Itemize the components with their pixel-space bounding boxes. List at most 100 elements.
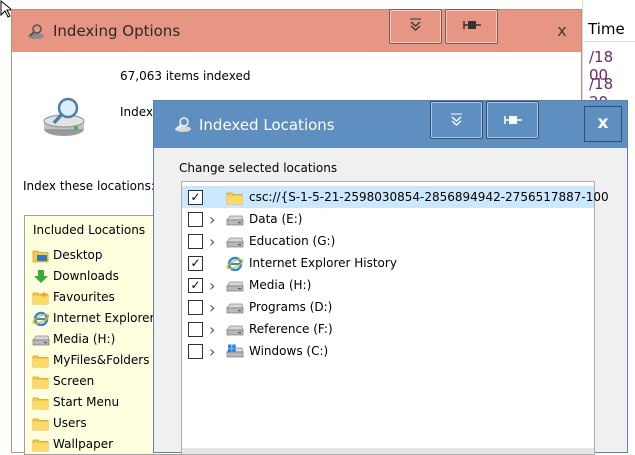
internet-explorer-icon [32,311,50,326]
internet-explorer-icon [226,256,244,272]
location-label: Internet Explorer History [249,256,397,270]
rollup-icon [451,113,462,126]
internet-explorer-icon [32,311,50,326]
close-button[interactable]: x [584,106,622,142]
included-location-label: Screen [53,373,95,388]
windows-drive-icon [226,344,244,358]
folder-icon [32,395,49,409]
location-tree-row[interactable]: ✓ csc://{S-1-5-21-2598030854-2856894942-2… [182,186,609,208]
window-title: Indexed Locations [199,116,335,134]
location-label: Media (H:) [249,278,312,292]
expand-chevron-icon[interactable]: › [209,276,215,295]
horizontal-scrollbar[interactable] [182,448,594,454]
drive-icon [226,278,244,292]
drive-icon [32,335,50,345]
included-location-label: Downloads [53,268,119,283]
internet-explorer-icon [226,256,244,272]
drive-icon [226,322,244,336]
folder-icon [32,418,49,430]
included-location-label: Media (H:) [53,331,116,346]
included-locations-header[interactable]: Included Locations [33,223,145,237]
expand-chevron-icon[interactable]: › [209,298,215,317]
indexed-locations-titlebar[interactable]: Indexed Locations x [154,101,627,148]
expand-chevron-icon[interactable]: › [209,342,215,361]
location-label: Reference (F:) [249,322,333,336]
indexing-status-text: Index [120,105,154,119]
location-label: Windows (C:) [249,344,329,358]
folder-icon [32,397,49,409]
drive-icon [226,234,244,248]
drive-icon [226,237,244,248]
location-checkbox[interactable]: ✓ [188,189,203,205]
included-location-label: Wallpaper [53,436,114,451]
locations-tree[interactable]: ✓ csc://{S-1-5-21-2598030854-2856894942-2… [181,181,609,455]
expand-chevron-icon[interactable]: › [209,320,215,339]
drive-icon [226,212,244,226]
drive-icon [32,332,50,346]
rollup-button[interactable] [389,9,442,44]
windows-drive-icon [226,344,244,358]
included-location-label: Favourites [53,289,115,304]
location-tree-row[interactable]: › Programs (D:) [182,296,594,318]
favourites-folder-icon [32,290,49,304]
location-tree-row[interactable]: › Data (E:) [182,208,594,230]
included-location-label: Users [53,415,87,430]
pin-button[interactable] [445,9,498,44]
indexing-options-titlebar[interactable]: Indexing Options x [12,9,581,52]
downloads-icon [34,269,48,283]
pin-icon [463,21,481,29]
included-location-label: MyFiles&Folders [53,352,150,367]
included-location-label: Internet Explorer [53,310,155,325]
drive-icon [226,325,244,336]
folder-icon [226,190,244,205]
folder-icon [32,416,49,430]
expand-chevron-icon[interactable]: › [209,232,215,251]
folder-icon [32,376,49,388]
items-indexed-count: 67,063 items indexed [120,69,251,83]
indexed-locations-app-icon [175,117,191,132]
pin-button[interactable] [486,101,539,139]
location-tree-row[interactable]: ✓ › Media (H:) [182,274,594,296]
index-these-locations-label: Index these locations: [23,179,155,193]
desktop-folder-icon [32,250,49,262]
indexing-drive-icon [43,97,85,136]
location-tree-row[interactable]: › Education (G:) [182,230,594,252]
drive-icon [226,303,244,314]
change-selected-locations-label: Change selected locations [179,161,338,175]
folder-icon [32,439,49,451]
location-checkbox[interactable] [188,233,203,249]
drive-icon [226,300,244,314]
rollup-button[interactable] [430,101,483,139]
location-tree-row[interactable]: › Reference (F:) [182,318,594,340]
folder-icon [32,374,49,388]
drive-icon [226,215,244,226]
location-checkbox[interactable]: ✓ [188,277,203,293]
location-checkbox[interactable] [188,299,203,315]
window-title: Indexing Options [53,22,181,40]
location-checkbox[interactable] [188,321,203,337]
drive-icon [226,281,244,292]
location-tree-row[interactable]: ✓ Internet Explorer History [182,252,594,274]
location-label: Data (E:) [249,212,303,226]
folder-icon [32,437,49,451]
folder-icon [32,353,49,367]
location-label: csc://{S-1-5-21-2598030854-2856894942-27… [249,190,609,204]
included-location-label: Start Menu [53,394,120,409]
time-column-header[interactable]: Time [583,16,635,42]
close-button[interactable]: x [548,21,576,41]
expand-chevron-icon[interactable]: › [209,210,215,229]
downloads-icon [32,269,48,283]
location-checkbox[interactable] [188,343,203,359]
indexing-options-app-icon [28,24,44,39]
rollup-icon [410,18,421,31]
favourites-folder-icon [32,290,49,304]
folder-icon [32,355,49,367]
included-location-label: Desktop [53,247,103,262]
location-checkbox[interactable] [188,211,203,227]
location-label: Education (G:) [249,234,336,248]
location-tree-row[interactable]: › Windows (C:) [182,340,594,362]
desktop-folder-icon [32,248,49,262]
folder-icon [226,192,243,205]
pin-icon [504,116,522,124]
location-checkbox[interactable]: ✓ [188,255,203,271]
